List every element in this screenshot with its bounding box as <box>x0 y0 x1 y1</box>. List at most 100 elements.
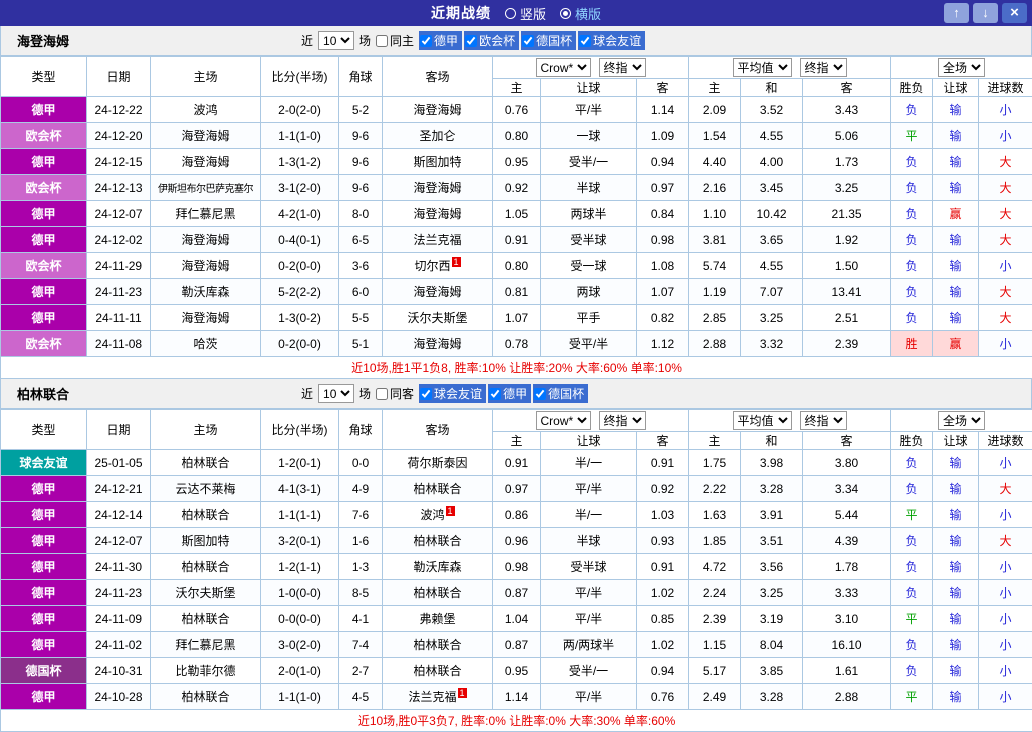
home-team[interactable]: 伊斯坦布尔巴萨克塞尔 <box>150 174 261 201</box>
odds-provider-select[interactable]: Crow* <box>535 411 591 430</box>
layout-radio-vertical[interactable]: 竖版 <box>504 4 546 23</box>
league-type: 欧会杯 <box>0 122 87 149</box>
home-team[interactable]: 柏林联合 <box>150 553 261 580</box>
avg-away: 3.33 <box>802 579 892 606</box>
avg-select[interactable]: 平均值 <box>732 58 792 77</box>
away-team[interactable]: 柏林联合 <box>382 579 493 606</box>
away-team[interactable]: 海登海姆 <box>382 330 493 357</box>
league-type: 德甲 <box>0 631 87 658</box>
close-button[interactable]: × <box>1002 3 1027 23</box>
league-filter-chip[interactable]: 德国杯 <box>533 384 589 403</box>
away-team[interactable]: 切尔西 1 <box>382 252 493 279</box>
col-result: 胜负 <box>890 78 934 97</box>
league-filter-checkbox[interactable] <box>489 387 502 400</box>
home-team[interactable]: 海登海姆 <box>150 122 261 149</box>
avg-stage-select[interactable]: 终指 <box>799 58 847 77</box>
away-team[interactable]: 法兰克福 1 <box>382 683 493 710</box>
league-filter-chip[interactable]: 欧会杯 <box>464 31 520 50</box>
league-filter-checkbox[interactable] <box>534 387 547 400</box>
league-filter-chip[interactable]: 德甲 <box>488 384 532 403</box>
odds-home: 1.14 <box>492 683 541 710</box>
league-filter-chip[interactable]: 德甲 <box>419 31 463 50</box>
odds-home: 0.91 <box>492 226 541 253</box>
scope-select[interactable]: 全场 <box>938 411 986 430</box>
match-row: 德甲 24-12-22 波鸿 2-0(2-0) 5-2 海登海姆 0.76 平/半 1.14 2.… <box>0 96 1032 123</box>
league-type: 德甲 <box>0 200 87 227</box>
odds-stage-select[interactable]: 终指 <box>598 411 646 430</box>
score-halftime: 1-3(0-2) <box>260 304 339 331</box>
league-filter-checkbox[interactable] <box>420 34 433 47</box>
home-team[interactable]: 勒沃库森 <box>150 278 261 305</box>
same-venue-checkbox[interactable] <box>376 387 389 400</box>
match-date: 24-11-23 <box>86 278 151 305</box>
league-filter-checkbox[interactable] <box>579 34 592 47</box>
away-team[interactable]: 海登海姆 <box>382 200 493 227</box>
away-team[interactable]: 弗赖堡 <box>382 605 493 632</box>
match-date: 24-12-14 <box>86 501 151 528</box>
home-team[interactable]: 拜仁慕尼黑 <box>150 200 261 227</box>
odds-stage-select[interactable]: 终指 <box>598 58 646 77</box>
scroll-down-button[interactable]: ↓ <box>973 3 998 23</box>
home-team[interactable]: 柏林联合 <box>150 449 261 476</box>
away-team[interactable]: 勒沃库森 <box>382 553 493 580</box>
scope-select[interactable]: 全场 <box>938 58 986 77</box>
home-team[interactable]: 海登海姆 <box>150 252 261 279</box>
same-venue-filter[interactable]: 同主 <box>376 32 414 49</box>
away-team[interactable]: 海登海姆 <box>382 174 493 201</box>
home-team[interactable]: 海登海姆 <box>150 226 261 253</box>
same-venue-filter[interactable]: 同客 <box>376 385 414 402</box>
home-team[interactable]: 斯图加特 <box>150 527 261 554</box>
match-row: 欧会杯 24-11-08 哈茨 0-2(0-0) 5-1 海登海姆 0.78 受平/半 1.12… <box>0 330 1032 357</box>
avg-away: 3.25 <box>802 174 892 201</box>
home-team[interactable]: 柏林联合 <box>150 683 261 710</box>
away-team[interactable]: 柏林联合 <box>382 657 493 684</box>
result-goals: 小 <box>978 501 1032 528</box>
home-team[interactable]: 拜仁慕尼黑 <box>150 631 261 658</box>
away-team[interactable]: 海登海姆 <box>382 96 493 123</box>
result-goals: 小 <box>978 449 1032 476</box>
handicap-line: 平/半 <box>540 605 637 632</box>
avg-select[interactable]: 平均值 <box>732 411 792 430</box>
away-team[interactable]: 柏林联合 <box>382 475 493 502</box>
home-team[interactable]: 沃尔夫斯堡 <box>150 579 261 606</box>
home-team[interactable]: 柏林联合 <box>150 501 261 528</box>
league-filter-chip[interactable]: 球会友谊 <box>419 384 487 403</box>
score-halftime: 4-2(1-0) <box>260 200 339 227</box>
odds-away: 0.82 <box>635 304 690 331</box>
scroll-up-button[interactable]: ↑ <box>944 3 969 23</box>
away-team[interactable]: 柏林联合 <box>382 527 493 554</box>
result-handicap: 输 <box>932 174 980 201</box>
away-team[interactable]: 沃尔夫斯堡 <box>382 304 493 331</box>
away-team[interactable]: 圣加仑 <box>382 122 493 149</box>
away-team[interactable]: 斯图加特 <box>382 148 493 175</box>
score-halftime: 3-2(0-1) <box>260 527 339 554</box>
odds-provider-select[interactable]: Crow* <box>535 58 591 77</box>
home-team[interactable]: 柏林联合 <box>150 605 261 632</box>
league-filter-chip[interactable]: 球会友谊 <box>578 31 646 50</box>
home-team[interactable]: 海登海姆 <box>150 304 261 331</box>
home-team[interactable]: 哈茨 <box>150 330 261 357</box>
recent-count-select[interactable]: 10 <box>318 384 355 403</box>
away-team[interactable]: 波鸿 1 <box>382 501 493 528</box>
match-date: 24-11-30 <box>86 553 151 580</box>
layout-radio-horizontal[interactable]: 横版 <box>560 4 601 23</box>
league-filter-checkbox[interactable] <box>522 34 535 47</box>
recent-count-select[interactable]: 10 <box>318 31 355 50</box>
home-team[interactable]: 波鸿 <box>150 96 261 123</box>
same-venue-checkbox[interactable] <box>376 34 389 47</box>
home-team[interactable]: 比勒菲尔德 <box>150 657 261 684</box>
league-filter-label: 球会友谊 <box>434 387 483 401</box>
away-team[interactable]: 海登海姆 <box>382 278 493 305</box>
away-team[interactable]: 荷尔斯泰因 <box>382 449 493 476</box>
away-team[interactable]: 柏林联合 <box>382 631 493 658</box>
avg-stage-select[interactable]: 终指 <box>799 411 847 430</box>
away-team[interactable]: 法兰克福 <box>382 226 493 253</box>
home-team[interactable]: 海登海姆 <box>150 148 261 175</box>
league-filter-checkbox[interactable] <box>420 387 433 400</box>
league-filter-checkbox[interactable] <box>465 34 478 47</box>
match-date: 25-01-05 <box>86 449 151 476</box>
home-team[interactable]: 云达不莱梅 <box>150 475 261 502</box>
odds-home: 0.86 <box>492 501 541 528</box>
league-filter-chip[interactable]: 德国杯 <box>521 31 577 50</box>
odds-home: 1.07 <box>492 304 541 331</box>
